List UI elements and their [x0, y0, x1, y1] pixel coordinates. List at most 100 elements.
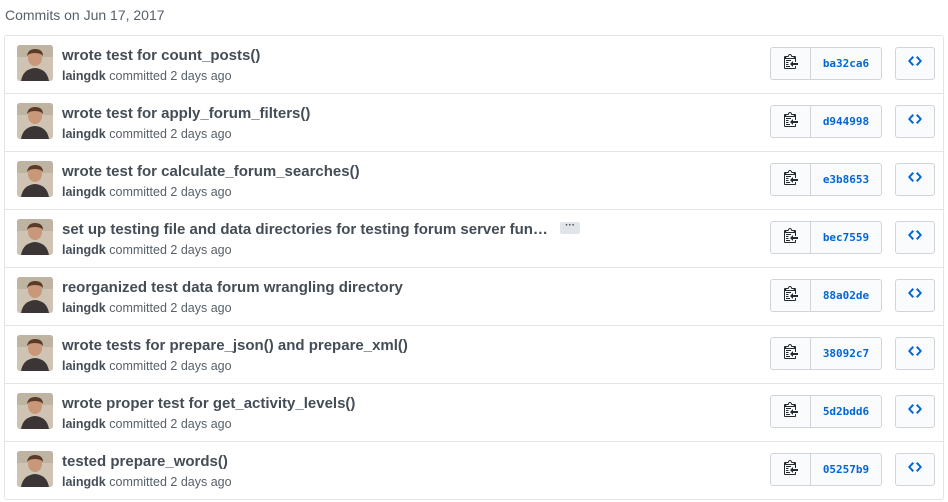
commit-action: committed: [109, 69, 167, 83]
commit-meta: laingdk committed 2 days ago: [62, 416, 232, 432]
commit-sha-link[interactable]: e3b8653: [811, 164, 881, 195]
browse-repo-button[interactable]: [895, 395, 935, 428]
clippy-icon: [783, 401, 798, 422]
copy-sha-button[interactable]: [771, 454, 811, 485]
commit-message[interactable]: reorganized test data forum wrangling di…: [62, 278, 403, 298]
commit-meta: laingdk committed 2 days ago: [62, 126, 232, 142]
commit-action: committed: [109, 243, 167, 257]
commit-message-text[interactable]: wrote test for calculate_forum_searches(…: [62, 163, 360, 180]
commit-action: committed: [109, 475, 167, 489]
avatar[interactable]: [17, 219, 53, 255]
commit-author[interactable]: laingdk: [62, 69, 106, 83]
browse-repo-button[interactable]: [895, 337, 935, 370]
code-icon: [908, 285, 922, 306]
copy-sha-button[interactable]: [771, 106, 811, 137]
browse-repo-button[interactable]: [895, 453, 935, 486]
commit-message-text[interactable]: wrote proper test for get_activity_level…: [62, 395, 355, 412]
commit-author[interactable]: laingdk: [62, 185, 106, 199]
commit-sha-link[interactable]: 88a02de: [811, 280, 881, 311]
copy-sha-button[interactable]: [771, 280, 811, 311]
commit-row: reorganized test data forum wrangling di…: [5, 267, 943, 325]
commit-sha-link[interactable]: bec7559: [811, 222, 881, 253]
commit-meta: laingdk committed 2 days ago: [62, 300, 232, 316]
commit-author[interactable]: laingdk: [62, 475, 106, 489]
commit-message-text[interactable]: wrote test for count_posts(): [62, 47, 260, 64]
sha-button-group: 05257b9: [770, 453, 882, 486]
browse-repo-button[interactable]: [895, 221, 935, 254]
avatar[interactable]: [17, 393, 53, 429]
commit-row: tested prepare_words() laingdk committed…: [5, 441, 943, 499]
sha-button-group: 5d2bdd6: [770, 395, 882, 428]
copy-sha-button[interactable]: [771, 48, 811, 79]
code-icon: [908, 459, 922, 480]
commit-time: 2 days ago: [170, 185, 232, 199]
code-icon: [908, 343, 922, 364]
commit-sha-link[interactable]: 05257b9: [811, 454, 881, 485]
avatar[interactable]: [17, 277, 53, 313]
code-icon: [908, 111, 922, 132]
commit-message-text[interactable]: wrote tests for prepare_json() and prepa…: [62, 337, 408, 354]
sha-button-group: e3b8653: [770, 163, 882, 196]
commit-time: 2 days ago: [170, 301, 232, 315]
commit-row: wrote tests for prepare_json() and prepa…: [5, 325, 943, 383]
commit-action: committed: [109, 127, 167, 141]
commit-sha-link[interactable]: d944998: [811, 106, 881, 137]
expand-message-button[interactable]: ···: [560, 221, 581, 235]
commit-message-text[interactable]: reorganized test data forum wrangling di…: [62, 279, 403, 296]
code-icon: [908, 169, 922, 190]
commit-action: committed: [109, 359, 167, 373]
commit-message-text[interactable]: set up testing file and data directories…: [62, 221, 548, 238]
code-icon: [908, 227, 922, 248]
clippy-icon: [783, 459, 798, 480]
commit-message[interactable]: wrote test for count_posts(): [62, 46, 260, 66]
commit-message[interactable]: tested prepare_words(): [62, 452, 228, 472]
commit-meta: laingdk committed 2 days ago: [62, 474, 232, 490]
commit-meta: laingdk committed 2 days ago: [62, 358, 232, 374]
copy-sha-button[interactable]: [771, 396, 811, 427]
commit-message[interactable]: set up testing file and data directories…: [62, 220, 581, 240]
sha-button-group: 88a02de: [770, 279, 882, 312]
commit-action: committed: [109, 301, 167, 315]
commit-meta: laingdk committed 2 days ago: [62, 184, 232, 200]
avatar[interactable]: [17, 451, 53, 487]
commit-action: committed: [109, 185, 167, 199]
avatar[interactable]: [17, 335, 53, 371]
avatar[interactable]: [17, 161, 53, 197]
commit-message[interactable]: wrote test for apply_forum_filters(): [62, 104, 310, 124]
commit-message-text[interactable]: tested prepare_words(): [62, 453, 228, 470]
commit-author[interactable]: laingdk: [62, 417, 106, 431]
commit-message-text[interactable]: wrote test for apply_forum_filters(): [62, 105, 310, 122]
commit-author[interactable]: laingdk: [62, 243, 106, 257]
avatar[interactable]: [17, 45, 53, 81]
copy-sha-button[interactable]: [771, 338, 811, 369]
commit-message[interactable]: wrote proper test for get_activity_level…: [62, 394, 355, 414]
browse-repo-button[interactable]: [895, 163, 935, 196]
commit-sha-link[interactable]: ba32ca6: [811, 48, 881, 79]
clippy-icon: [783, 285, 798, 306]
commit-row: wrote test for apply_forum_filters() lai…: [5, 93, 943, 151]
commit-meta: laingdk committed 2 days ago: [62, 68, 232, 84]
browse-repo-button[interactable]: [895, 279, 935, 312]
copy-sha-button[interactable]: [771, 222, 811, 253]
commit-row: wrote test for calculate_forum_searches(…: [5, 151, 943, 209]
commit-author[interactable]: laingdk: [62, 301, 106, 315]
clippy-icon: [783, 169, 798, 190]
commit-time: 2 days ago: [170, 417, 232, 431]
browse-repo-button[interactable]: [895, 105, 935, 138]
commit-sha-link[interactable]: 5d2bdd6: [811, 396, 881, 427]
commit-author[interactable]: laingdk: [62, 359, 106, 373]
commit-author[interactable]: laingdk: [62, 127, 106, 141]
commit-message[interactable]: wrote test for calculate_forum_searches(…: [62, 162, 360, 182]
browse-repo-button[interactable]: [895, 47, 935, 80]
commit-sha-link[interactable]: 38092c7: [811, 338, 881, 369]
avatar[interactable]: [17, 103, 53, 139]
clippy-icon: [783, 111, 798, 132]
copy-sha-button[interactable]: [771, 164, 811, 195]
sha-button-group: bec7559: [770, 221, 882, 254]
commit-row: set up testing file and data directories…: [5, 209, 943, 267]
commit-time: 2 days ago: [170, 127, 232, 141]
commit-message[interactable]: wrote tests for prepare_json() and prepa…: [62, 336, 408, 356]
commit-row: wrote proper test for get_activity_level…: [5, 383, 943, 441]
code-icon: [908, 401, 922, 422]
clippy-icon: [783, 343, 798, 364]
